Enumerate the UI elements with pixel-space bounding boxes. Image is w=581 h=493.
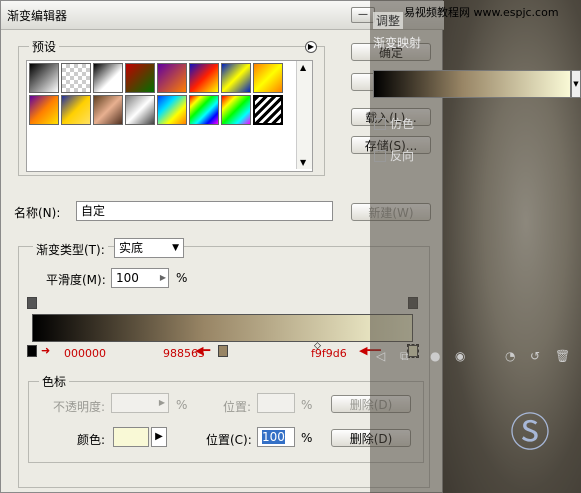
tab-gradient-map[interactable]: 渐变映射 bbox=[373, 34, 421, 51]
opacity-position-unit: % bbox=[301, 398, 313, 412]
position-value: 100 bbox=[262, 430, 285, 444]
preset-chrome[interactable] bbox=[125, 95, 155, 125]
gradient-type-select[interactable]: 实底 ▼ bbox=[114, 238, 184, 258]
preset-violet-orange[interactable] bbox=[157, 63, 187, 93]
reverse-checkbox[interactable] bbox=[374, 150, 386, 162]
name-input[interactable]: 自定 bbox=[76, 201, 333, 221]
position-input[interactable]: 100 bbox=[257, 427, 295, 447]
chevron-down-icon: ▼ bbox=[172, 243, 179, 253]
color-stop-left[interactable] bbox=[27, 345, 37, 357]
opacity-label: 不透明度: bbox=[53, 400, 106, 414]
preset-black-white[interactable] bbox=[29, 63, 59, 93]
stop-left-code: 000000 bbox=[64, 347, 106, 360]
smoothness-value: 100 bbox=[116, 271, 139, 285]
opacity-position-label: 位置: bbox=[223, 400, 252, 414]
preset-black-transparent[interactable] bbox=[93, 63, 123, 93]
scroll-down-icon[interactable]: ▼ bbox=[300, 158, 306, 167]
panel-bottom-toolbar: ◁ ⧉ ● ◉ ◔ ↺ 🗑 bbox=[370, 345, 581, 371]
presets-label: 预设 bbox=[29, 38, 60, 55]
opacity-arrow-icon[interactable]: ▶ bbox=[159, 394, 165, 412]
gradient-map-preview[interactable] bbox=[373, 70, 571, 98]
dither-checkbox[interactable] bbox=[374, 118, 386, 130]
preset-violet-orange-2[interactable] bbox=[29, 95, 59, 125]
visibility-eye-icon[interactable]: ◉ bbox=[455, 349, 465, 363]
position-unit: % bbox=[301, 431, 313, 445]
preset-spectrum-light[interactable] bbox=[157, 95, 187, 125]
window-title: 渐变编辑器 bbox=[7, 9, 68, 23]
opacity-input[interactable]: ▶ bbox=[111, 393, 169, 413]
opacity-stop-left[interactable] bbox=[27, 297, 37, 309]
smoothness-input[interactable]: 100 ▶ bbox=[111, 268, 169, 288]
smoothness-label: 平滑度(M): bbox=[46, 273, 106, 287]
clip-icon[interactable]: ● bbox=[430, 349, 440, 363]
arrow-left-icon: ◀━ bbox=[195, 344, 211, 357]
gradient-preview-bar[interactable] bbox=[32, 314, 413, 342]
presets-menu-arrow-icon[interactable]: ▶ bbox=[305, 41, 317, 53]
preset-transparent[interactable] bbox=[61, 63, 91, 93]
presets-scrollbar[interactable]: ▲ ▼ bbox=[296, 61, 312, 169]
back-icon[interactable]: ◁ bbox=[376, 349, 385, 363]
preset-blue-yellow-blue[interactable] bbox=[221, 63, 251, 93]
preset-steel-yellow[interactable] bbox=[61, 95, 91, 125]
previous-state-icon[interactable]: ◔ bbox=[505, 349, 515, 363]
preset-stripes[interactable] bbox=[253, 95, 283, 125]
watermark-logo-icon: Ⓢ bbox=[510, 410, 550, 456]
color-label: 颜色: bbox=[77, 433, 106, 447]
preset-orange-yellow[interactable] bbox=[253, 63, 283, 93]
opacity-position-input[interactable] bbox=[257, 393, 295, 413]
reverse-label: 反向 bbox=[390, 149, 415, 163]
smoothness-arrow-icon[interactable]: ▶ bbox=[160, 269, 166, 287]
name-label: 名称(N): bbox=[14, 206, 61, 220]
opacity-unit: % bbox=[176, 398, 188, 412]
gradient-type-label: 渐变类型(T): bbox=[33, 241, 108, 258]
dither-label: 仿色 bbox=[390, 117, 415, 131]
reset-icon[interactable]: ↺ bbox=[530, 349, 540, 363]
stop-right-code: f9f9d6 bbox=[311, 347, 347, 360]
position-label: 位置(C): bbox=[206, 433, 252, 447]
preset-transparent-rainbow[interactable] bbox=[221, 95, 251, 125]
scroll-up-icon[interactable]: ▲ bbox=[300, 63, 306, 72]
preset-blue-red-yellow[interactable] bbox=[189, 63, 219, 93]
preset-spectrum[interactable] bbox=[189, 95, 219, 125]
tab-adjust[interactable]: 调整 bbox=[373, 12, 404, 29]
presets-list: ▲ ▼ bbox=[26, 60, 313, 172]
color-stops-group bbox=[28, 381, 424, 463]
color-stop-mid[interactable] bbox=[218, 345, 228, 357]
arrow-right-icon: ➜ bbox=[41, 344, 51, 357]
expand-icon[interactable]: ⧉ bbox=[400, 349, 409, 364]
preset-red-green[interactable] bbox=[125, 63, 155, 93]
gradient-map-dropdown-icon[interactable]: ▼ bbox=[571, 70, 581, 98]
color-swatch[interactable] bbox=[113, 427, 149, 447]
watermark-text: 易视频教程网 www.espjc.com bbox=[404, 6, 559, 19]
preset-copper[interactable] bbox=[93, 95, 123, 125]
trash-icon[interactable]: 🗑 bbox=[555, 349, 570, 363]
color-picker-arrow-icon[interactable]: ▶ bbox=[151, 427, 167, 447]
color-stops-label: 色标 bbox=[39, 373, 70, 390]
gradient-type-value: 实底 bbox=[119, 241, 144, 255]
smoothness-unit: % bbox=[176, 271, 188, 285]
